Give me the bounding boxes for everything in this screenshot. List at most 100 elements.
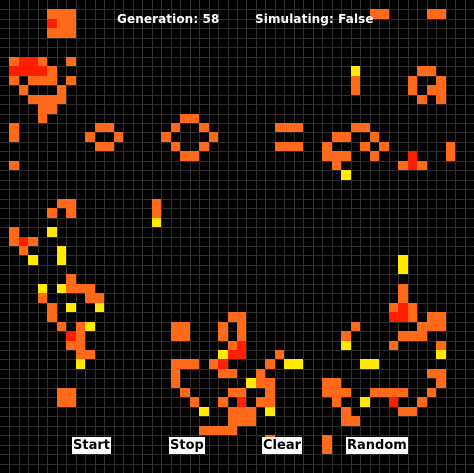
live-cell-orange[interactable] — [180, 331, 190, 341]
live-cell-orange[interactable] — [427, 85, 436, 95]
live-cell-red[interactable] — [47, 19, 57, 28]
live-cell-yellow[interactable] — [66, 303, 76, 312]
live-cell-orange[interactable] — [332, 161, 341, 170]
live-cell-orange[interactable] — [85, 132, 95, 142]
live-cell-orange[interactable] — [47, 104, 57, 114]
start-button[interactable]: Start — [72, 437, 111, 454]
live-cell-red[interactable] — [237, 397, 246, 407]
live-cell-orange[interactable] — [76, 350, 85, 359]
live-cell-orange[interactable] — [256, 369, 265, 378]
live-cell-yellow[interactable] — [436, 350, 446, 359]
live-cell-orange[interactable] — [341, 388, 351, 397]
live-cell-orange[interactable] — [66, 388, 76, 397]
live-cell-orange[interactable] — [104, 142, 114, 151]
live-cell-orange[interactable] — [9, 161, 19, 170]
live-cell-orange[interactable] — [47, 303, 57, 312]
game-board[interactable] — [0, 0, 474, 473]
live-cell-yellow[interactable] — [246, 378, 256, 388]
live-cell-orange[interactable] — [66, 274, 76, 284]
live-cell-red[interactable] — [19, 66, 28, 76]
live-cell-orange[interactable] — [427, 369, 436, 378]
live-cell-orange[interactable] — [284, 123, 294, 132]
live-cell-orange[interactable] — [351, 416, 360, 426]
live-cell-yellow[interactable] — [218, 350, 228, 359]
live-cell-yellow[interactable] — [360, 397, 370, 407]
live-cell-yellow[interactable] — [351, 66, 360, 76]
live-cell-orange[interactable] — [66, 9, 76, 19]
live-cell-orange[interactable] — [322, 435, 332, 445]
live-cell-orange[interactable] — [322, 388, 332, 397]
live-cell-orange[interactable] — [66, 397, 76, 407]
live-cell-orange[interactable] — [275, 123, 284, 132]
live-cell-orange[interactable] — [256, 378, 265, 388]
live-cell-orange[interactable] — [171, 322, 180, 331]
live-cell-orange[interactable] — [57, 397, 66, 407]
live-cell-orange[interactable] — [228, 426, 237, 435]
live-cell-yellow[interactable] — [38, 284, 47, 293]
live-cell-orange[interactable] — [66, 199, 76, 208]
live-cell-orange[interactable] — [370, 388, 379, 397]
live-cell-orange[interactable] — [389, 388, 398, 397]
live-cell-orange[interactable] — [209, 426, 218, 435]
live-cell-orange[interactable] — [446, 142, 455, 151]
live-cell-orange[interactable] — [398, 293, 408, 303]
live-cell-orange[interactable] — [38, 57, 47, 66]
live-cell-orange[interactable] — [389, 341, 398, 350]
live-cell-orange[interactable] — [47, 28, 57, 38]
live-cell-orange[interactable] — [379, 388, 389, 397]
live-cell-orange[interactable] — [47, 95, 57, 104]
live-cell-orange[interactable] — [351, 85, 360, 95]
live-cell-orange[interactable] — [114, 132, 123, 142]
live-cell-yellow[interactable] — [57, 246, 66, 255]
live-cell-orange[interactable] — [322, 445, 332, 454]
live-cell-orange[interactable] — [57, 322, 66, 331]
live-cell-orange[interactable] — [95, 293, 104, 303]
live-cell-orange[interactable] — [76, 322, 85, 331]
live-cell-red[interactable] — [9, 66, 19, 76]
live-cell-orange[interactable] — [85, 350, 95, 359]
live-cell-orange[interactable] — [171, 142, 180, 151]
live-cell-red[interactable] — [19, 237, 28, 246]
live-cell-orange[interactable] — [341, 416, 351, 426]
live-cell-orange[interactable] — [47, 76, 57, 85]
live-cell-orange[interactable] — [265, 388, 275, 397]
live-cell-orange[interactable] — [19, 85, 28, 95]
live-cell-orange[interactable] — [57, 19, 66, 28]
live-cell-orange[interactable] — [237, 416, 246, 426]
live-cell-orange[interactable] — [237, 331, 246, 341]
live-cell-orange[interactable] — [360, 142, 370, 151]
live-cell-yellow[interactable] — [370, 359, 379, 369]
live-cell-yellow[interactable] — [76, 359, 85, 369]
live-cell-orange[interactable] — [190, 151, 199, 161]
live-cell-orange[interactable] — [9, 237, 19, 246]
live-cell-red[interactable] — [66, 331, 76, 341]
live-cell-orange[interactable] — [294, 123, 303, 132]
live-cell-orange[interactable] — [57, 85, 66, 95]
live-cell-orange[interactable] — [332, 151, 341, 161]
live-cell-yellow[interactable] — [199, 407, 209, 416]
live-cell-orange[interactable] — [76, 331, 85, 341]
live-cell-orange[interactable] — [427, 322, 436, 331]
live-cell-orange[interactable] — [171, 369, 180, 378]
live-cell-orange[interactable] — [152, 199, 161, 208]
live-cell-orange[interactable] — [47, 9, 57, 19]
live-cell-yellow[interactable] — [294, 359, 303, 369]
live-cell-orange[interactable] — [9, 227, 19, 237]
live-cell-orange[interactable] — [38, 114, 47, 123]
live-cell-orange[interactable] — [379, 142, 389, 151]
live-cell-orange[interactable] — [76, 284, 85, 293]
live-cell-orange[interactable] — [408, 85, 417, 95]
live-cell-orange[interactable] — [199, 142, 209, 151]
live-cell-orange[interactable] — [171, 359, 180, 369]
live-cell-orange[interactable] — [228, 416, 237, 426]
live-cell-red[interactable] — [389, 312, 398, 322]
live-cell-orange[interactable] — [171, 378, 180, 388]
random-button[interactable]: Random — [346, 437, 408, 454]
live-cell-orange[interactable] — [408, 407, 417, 416]
live-cell-orange[interactable] — [436, 341, 446, 350]
live-cell-orange[interactable] — [408, 303, 417, 312]
live-cell-orange[interactable] — [246, 407, 256, 416]
live-cell-orange[interactable] — [341, 151, 351, 161]
live-cell-yellow[interactable] — [28, 255, 38, 265]
live-cell-orange[interactable] — [66, 19, 76, 28]
